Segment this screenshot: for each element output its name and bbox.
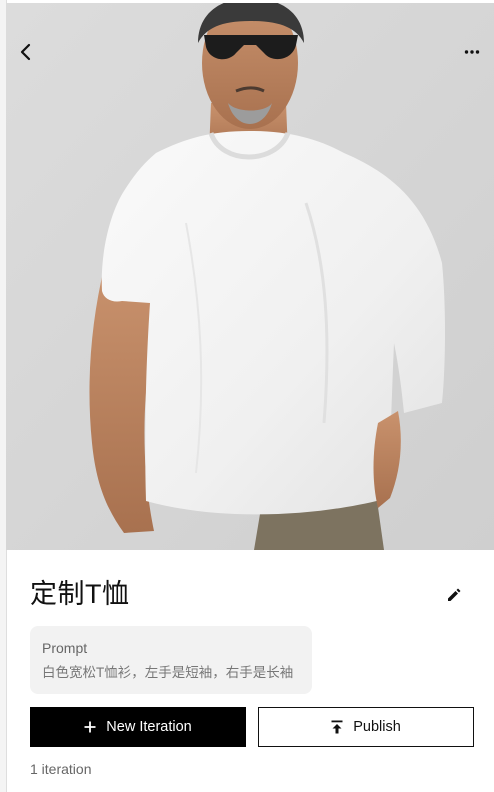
new-iteration-button[interactable]: New Iteration [30, 707, 246, 747]
design-detail-page: 定制T恤 Prompt 白色宽松T恤衫，左手是短袖，右手是长袖 New Iter… [0, 0, 494, 792]
design-title: 定制T恤 [30, 579, 130, 609]
iteration-count: 1 iteration [30, 761, 92, 777]
new-iteration-label: New Iteration [106, 719, 192, 735]
publish-button[interactable]: Publish [258, 707, 474, 747]
plus-icon [84, 721, 96, 733]
prompt-text: 白色宽松T恤衫，左手是短袖，右手是长袖 [42, 665, 294, 680]
more-horizontal-icon [464, 50, 480, 54]
upload-icon [331, 720, 343, 734]
hero-image [6, 3, 494, 550]
prompt-card: Prompt 白色宽松T恤衫，左手是短袖，右手是长袖 [30, 626, 312, 694]
edit-title-button[interactable] [441, 582, 467, 608]
publish-label: Publish [353, 719, 401, 735]
prompt-label: Prompt [42, 640, 88, 656]
more-options-button[interactable] [456, 36, 488, 68]
pencil-icon [448, 588, 461, 601]
back-button[interactable] [10, 36, 42, 68]
tshirt-photo [6, 3, 494, 550]
chevron-left-icon [20, 43, 31, 61]
